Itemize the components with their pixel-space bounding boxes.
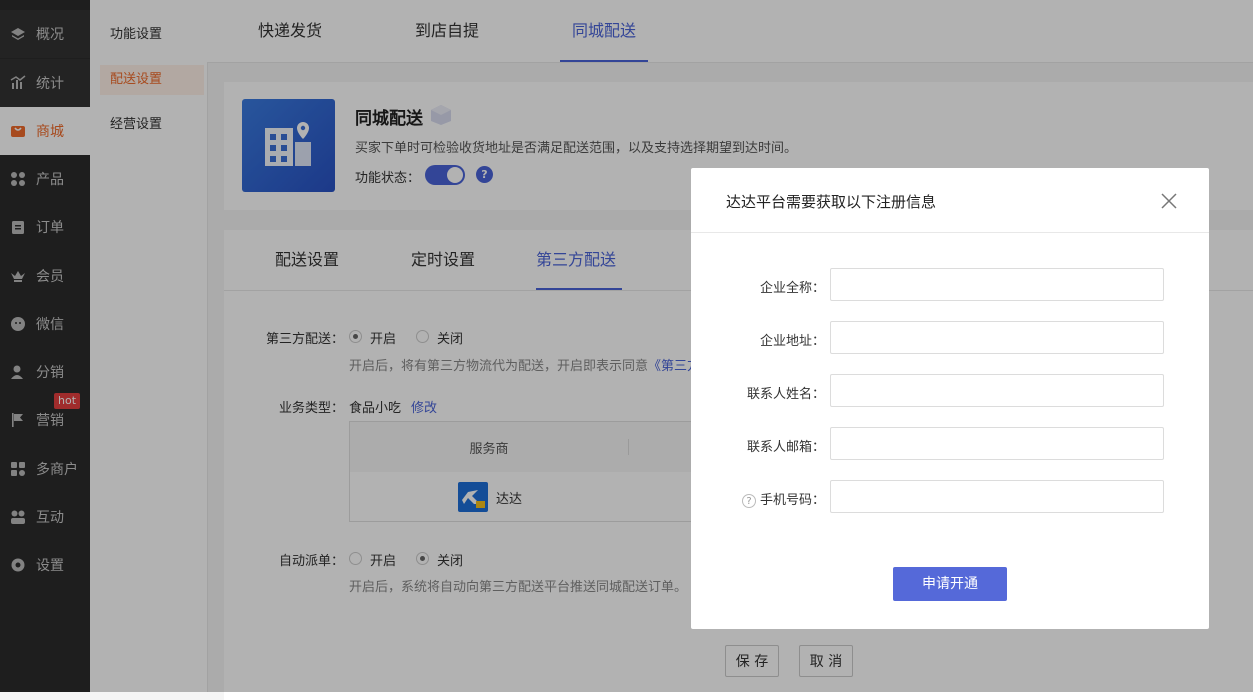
contact-name-label: 联系人姓名： <box>746 387 825 402</box>
company-name-label: 企业全称： <box>759 281 825 296</box>
phone-label-wrap: ? 手机号码： <box>731 489 825 508</box>
company-address-label: 企业地址： <box>759 334 825 349</box>
contact-email-label: 联系人邮箱： <box>746 440 825 455</box>
apply-button[interactable]: 申请开通 <box>893 567 1007 601</box>
contact-email-input[interactable] <box>830 427 1164 460</box>
phone-label: 手机号码： <box>759 493 825 508</box>
modal-title: 达达平台需要获取以下注册信息 <box>726 193 937 211</box>
phone-help-icon[interactable]: ? <box>741 493 756 508</box>
modal-header: 达达平台需要获取以下注册信息 <box>691 168 1209 233</box>
contact-name-input[interactable] <box>830 374 1164 407</box>
registration-modal: 达达平台需要获取以下注册信息 企业全称： 企业地址： 联系人姓名： 联系人邮箱：… <box>691 168 1209 629</box>
phone-input[interactable] <box>830 480 1164 513</box>
company-address-input[interactable] <box>830 321 1164 354</box>
company-name-input[interactable] <box>830 268 1164 301</box>
close-icon[interactable] <box>1157 189 1181 213</box>
